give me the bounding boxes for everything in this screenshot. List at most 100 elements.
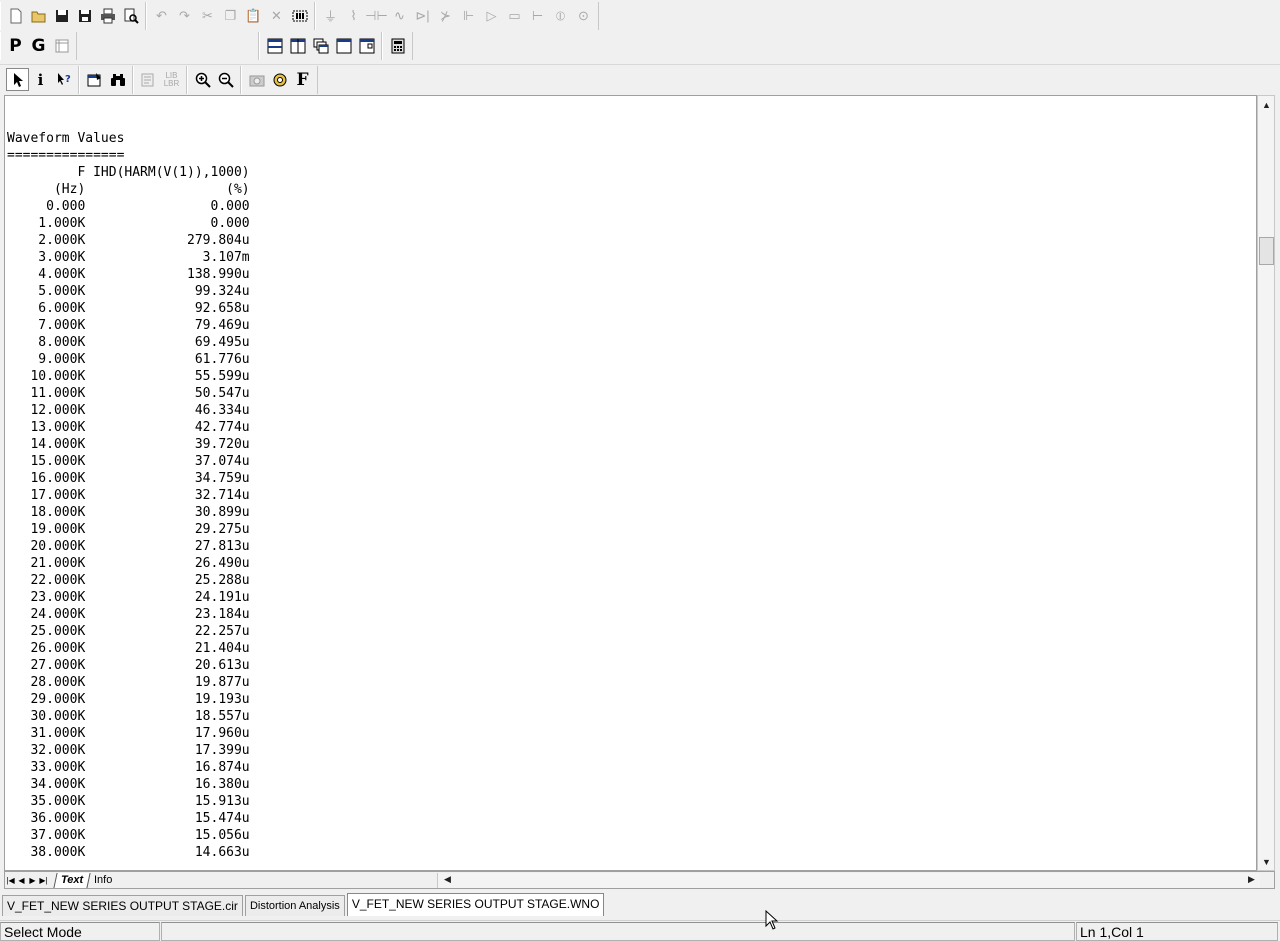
print-icon[interactable] bbox=[96, 4, 119, 27]
resistor-icon[interactable]: ⌇ bbox=[342, 4, 365, 27]
unit-header: (Hz) (%) bbox=[7, 182, 250, 197]
text-content: Waveform Values =============== F IHD(HAR… bbox=[7, 130, 250, 861]
camera-icon[interactable] bbox=[245, 68, 268, 91]
pulse-source-icon[interactable]: ⊙ bbox=[572, 4, 595, 27]
component-group: ⏚ ⌇ ⊣⊢ ∿ ⊳| ⊁ ⊩ ▷ ▭ ⊢ ⦶ ⊙ bbox=[315, 1, 599, 30]
data-row: 7.000K 79.469u bbox=[7, 318, 250, 333]
tile-vertical-icon[interactable] bbox=[286, 35, 309, 58]
capacitor-icon[interactable]: ⊣⊢ bbox=[365, 4, 388, 27]
scroll-right-arrow-icon[interactable]: ▶ bbox=[1243, 872, 1260, 887]
horizontal-scrollbar[interactable]: ◀ ▶ bbox=[437, 873, 1260, 888]
redo-icon[interactable]: ↷ bbox=[173, 4, 196, 27]
document-tab[interactable]: V_FET_NEW SERIES OUTPUT STAGE.WNO bbox=[346, 893, 605, 916]
component-editor-icon[interactable] bbox=[268, 68, 291, 91]
text-page-icon[interactable] bbox=[137, 68, 160, 91]
cut-icon[interactable]: ✂ bbox=[196, 4, 219, 27]
opamp-icon[interactable]: ▷ bbox=[480, 4, 503, 27]
data-row: 22.000K 25.288u bbox=[7, 573, 250, 588]
mosfet-icon[interactable]: ⊩ bbox=[457, 4, 480, 27]
svg-text:?: ? bbox=[65, 74, 71, 85]
file-group bbox=[0, 1, 146, 30]
mode-toolbar: i ? LIB LBR F bbox=[0, 64, 1280, 94]
new-file-icon[interactable] bbox=[4, 4, 27, 27]
data-row: 35.000K 15.913u bbox=[7, 794, 250, 809]
undo-icon[interactable]: ↶ bbox=[150, 4, 173, 27]
info-icon[interactable]: i bbox=[29, 68, 52, 91]
secondary-toolbar: P G bbox=[0, 31, 1280, 61]
g-button[interactable]: G bbox=[27, 35, 50, 58]
column-header: F IHD(HARM(V(1)),1000) bbox=[7, 165, 250, 180]
p-button[interactable]: P bbox=[4, 35, 27, 58]
window-group bbox=[259, 32, 382, 60]
sheet-tab-bar: |◀ ◀ ▶ ▶| Text Info ◀ ▶ bbox=[4, 871, 1275, 889]
calc-group bbox=[382, 32, 413, 60]
calculator-icon[interactable] bbox=[386, 35, 409, 58]
tools-group bbox=[79, 65, 133, 94]
data-row: 30.000K 18.557u bbox=[7, 709, 250, 724]
battery-icon[interactable]: ⊢ bbox=[526, 4, 549, 27]
vertical-scrollbar[interactable]: ▲ ▼ bbox=[1257, 95, 1275, 871]
sheet-tab-text[interactable]: Text bbox=[53, 872, 90, 888]
data-row: 12.000K 46.334u bbox=[7, 403, 250, 418]
save-all-icon[interactable] bbox=[73, 4, 96, 27]
document-tabs: V_FET_NEW SERIES OUTPUT STAGE.cir Distort… bbox=[0, 892, 1280, 916]
numeric-output-text-area[interactable]: Waveform Values =============== F IHD(HAR… bbox=[4, 95, 1257, 871]
data-row: 0.000 0.000 bbox=[7, 199, 250, 214]
delete-icon[interactable]: ✕ bbox=[265, 4, 288, 27]
macro-icon[interactable]: ▭ bbox=[503, 4, 526, 27]
print-preview-icon[interactable] bbox=[119, 4, 142, 27]
output-title: Waveform Values bbox=[7, 131, 125, 146]
data-row: 1.000K 0.000 bbox=[7, 216, 250, 231]
copy-icon[interactable]: ❐ bbox=[219, 4, 242, 27]
maximize-icon[interactable] bbox=[332, 35, 355, 58]
data-row: 6.000K 92.658u bbox=[7, 301, 250, 316]
data-row: 2.000K 279.804u bbox=[7, 233, 250, 248]
save-icon[interactable] bbox=[50, 4, 73, 27]
sheet-tab-info[interactable]: Info bbox=[86, 872, 120, 888]
status-position: Ln 1,Col 1 bbox=[1076, 921, 1278, 941]
open-folder-icon[interactable] bbox=[27, 4, 50, 27]
scroll-down-arrow-icon[interactable]: ▼ bbox=[1258, 853, 1275, 870]
cascade-icon[interactable] bbox=[309, 35, 332, 58]
data-row: 10.000K 55.599u bbox=[7, 369, 250, 384]
data-row: 25.000K 22.257u bbox=[7, 624, 250, 639]
sheet-tabs: Text Info bbox=[53, 872, 120, 888]
output-underline: =============== bbox=[7, 148, 125, 163]
split-window-icon[interactable] bbox=[355, 35, 378, 58]
find-binoculars-icon[interactable] bbox=[106, 68, 129, 91]
first-sheet-icon[interactable]: |◀ bbox=[5, 873, 16, 887]
data-row: 27.000K 20.613u bbox=[7, 658, 250, 673]
main-toolbar: ↶ ↷ ✂ ❐ 📋 ✕ ⏚ ⌇ ⊣⊢ ∿ ⊳| ⊁ ⊩ ▷ ▭ ⊢ ⦶ ⊙ bbox=[0, 0, 1280, 31]
tile-horizontal-icon[interactable] bbox=[263, 35, 286, 58]
mode-group: i ? bbox=[0, 65, 79, 94]
next-sheet-icon[interactable]: ▶ bbox=[27, 873, 38, 887]
paste-icon[interactable]: 📋 bbox=[242, 4, 265, 27]
document-tab[interactable]: Distortion Analysis bbox=[244, 895, 345, 916]
select-all-icon[interactable] bbox=[288, 4, 311, 27]
prev-sheet-icon[interactable]: ◀ bbox=[16, 873, 27, 887]
data-row: 9.000K 61.776u bbox=[7, 352, 250, 367]
ground-icon[interactable]: ⏚ bbox=[319, 4, 342, 27]
scroll-left-arrow-icon[interactable]: ◀ bbox=[439, 872, 456, 887]
transistor-icon[interactable]: ⊁ bbox=[434, 4, 457, 27]
data-row: 18.000K 30.899u bbox=[7, 505, 250, 520]
f-button[interactable]: F bbox=[291, 68, 314, 91]
select-arrow-icon[interactable] bbox=[6, 68, 29, 91]
help-cursor-icon[interactable]: ? bbox=[52, 68, 75, 91]
zoom-out-icon[interactable] bbox=[214, 68, 237, 91]
zoom-in-icon[interactable] bbox=[191, 68, 214, 91]
data-row: 13.000K 42.774u bbox=[7, 420, 250, 435]
vertical-scroll-thumb[interactable] bbox=[1259, 237, 1274, 265]
inductor-icon[interactable]: ∿ bbox=[388, 4, 411, 27]
page-icon[interactable] bbox=[50, 35, 73, 58]
properties-icon[interactable] bbox=[83, 68, 106, 91]
library-icon[interactable]: LIB LBR bbox=[160, 68, 183, 91]
view-group: LIB LBR bbox=[133, 65, 187, 94]
mouse-cursor-icon bbox=[765, 910, 779, 930]
scroll-up-arrow-icon[interactable]: ▲ bbox=[1258, 96, 1275, 113]
diode-icon[interactable]: ⊳| bbox=[411, 4, 434, 27]
voltage-source-icon[interactable]: ⦶ bbox=[549, 4, 572, 27]
last-sheet-icon[interactable]: ▶| bbox=[38, 873, 49, 887]
data-row: 29.000K 19.193u bbox=[7, 692, 250, 707]
document-tab[interactable]: V_FET_NEW SERIES OUTPUT STAGE.cir bbox=[2, 895, 243, 916]
